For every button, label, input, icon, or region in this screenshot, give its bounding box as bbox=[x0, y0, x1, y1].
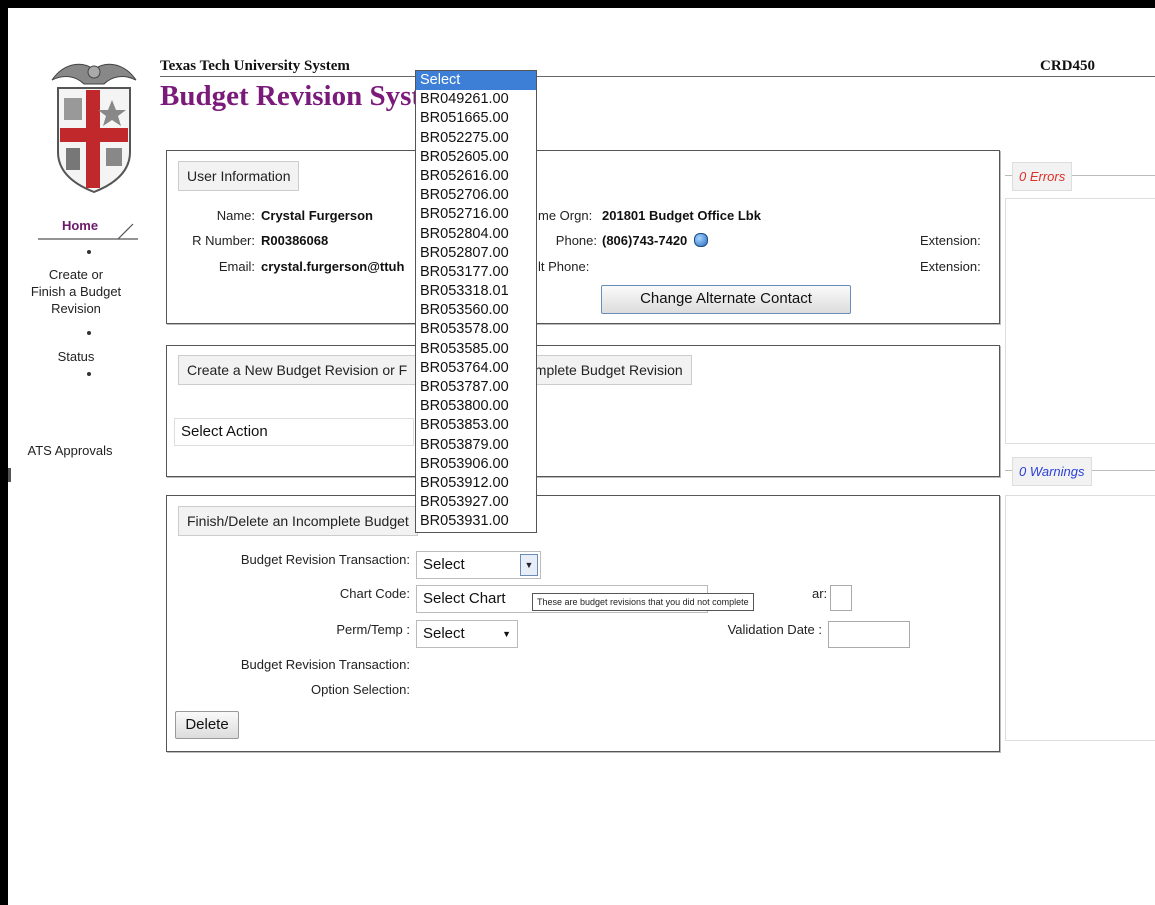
dropdown-option[interactable]: BR053853.00 bbox=[416, 416, 536, 435]
name-label: Name: bbox=[216, 208, 255, 223]
chevron-down-icon[interactable]: ▼ bbox=[520, 554, 538, 576]
dropdown-option[interactable]: BR052605.00 bbox=[416, 148, 536, 167]
nav-create-finish[interactable]: Create or Finish a Budget Revision bbox=[16, 266, 136, 317]
dropdown-option[interactable]: BR053906.00 bbox=[416, 455, 536, 474]
dropdown-option[interactable]: BR053787.00 bbox=[416, 378, 536, 397]
page-title: Budget Revision Syst bbox=[160, 80, 422, 112]
org-name: Texas Tech University System bbox=[160, 58, 350, 74]
email-value: crystal.furgerson@ttuh bbox=[261, 259, 405, 274]
perm-temp-label: Perm/Temp : bbox=[336, 622, 410, 637]
name-value: Crystal Furgerson bbox=[261, 208, 373, 223]
errors-count: 0 Errors bbox=[1019, 169, 1066, 184]
dropdown-option[interactable]: BR053931.00 bbox=[416, 512, 536, 531]
nav-separator bbox=[87, 331, 91, 335]
dropdown-option[interactable]: BR053764.00 bbox=[416, 359, 536, 378]
budget-revision-transaction-select[interactable]: Select ▼ bbox=[416, 551, 541, 579]
select-action-dropdown[interactable]: Select Action bbox=[174, 418, 414, 446]
rnumber-value: R00386068 bbox=[261, 233, 329, 248]
fiscal-year-label: ar: bbox=[812, 586, 828, 601]
nav-separator bbox=[87, 250, 91, 254]
fiscal-year-input[interactable] bbox=[830, 585, 852, 611]
warnings-list-box bbox=[1005, 495, 1155, 741]
nav-separator bbox=[87, 372, 91, 376]
dropdown-option[interactable]: BR049261.00 bbox=[416, 90, 536, 109]
nav-create-line2: Finish a Budget bbox=[30, 284, 122, 299]
finish-delete-legend: Finish/Delete an Incomplete Budget bbox=[178, 506, 418, 536]
dropdown-option[interactable]: BR052616.00 bbox=[416, 167, 536, 186]
chart-code-label: Chart Code: bbox=[339, 586, 410, 601]
alt-extension-label: Extension: bbox=[920, 259, 981, 274]
nav-create-line1: Create or bbox=[48, 267, 104, 282]
window-top-border bbox=[0, 0, 1155, 8]
ttu-seal-logo bbox=[51, 63, 137, 194]
dropdown-option[interactable]: BR052807.00 bbox=[416, 244, 536, 263]
phone-value: (806)743-7420 bbox=[602, 233, 688, 248]
budget-revision-transaction-dropdown-list[interactable]: Select BR049261.00 BR051665.00 BR052275.00 B… bbox=[415, 70, 537, 533]
rnumber-label: R Number: bbox=[192, 233, 255, 248]
perm-temp-value: Select bbox=[423, 625, 465, 642]
dropdown-option[interactable]: BR053800.00 bbox=[416, 397, 536, 416]
dropdown-option[interactable]: BR052716.00 bbox=[416, 205, 536, 224]
errors-tab: 0 Errors bbox=[1012, 162, 1073, 191]
option-selection-label: Option Selection: bbox=[310, 682, 410, 697]
create-revision-legend-left: Create a New Budget Revision or F bbox=[178, 355, 417, 385]
home-orgn-value: 201801 Budget Office Lbk bbox=[602, 208, 761, 223]
alt-phone-label: lt Phone: bbox=[538, 259, 590, 274]
phone-lookup-icon[interactable] bbox=[694, 233, 708, 247]
delete-button[interactable]: Delete bbox=[175, 711, 239, 739]
home-orgn-label: me Orgn: bbox=[538, 208, 593, 223]
user-info-legend: User Information bbox=[178, 161, 300, 191]
extension-label: Extension: bbox=[920, 233, 981, 248]
warnings-tab: 0 Warnings bbox=[1012, 457, 1092, 486]
dropdown-option[interactable]: BR052804.00 bbox=[416, 225, 536, 244]
warnings-count: 0 Warnings bbox=[1019, 464, 1085, 479]
tooltip: These are budget revisions that you did … bbox=[532, 593, 754, 611]
dropdown-option[interactable]: BR053879.00 bbox=[416, 436, 536, 455]
create-revision-legend-right: omplete Budget Revision bbox=[515, 355, 692, 385]
budget-revision-transaction-label: Budget Revision Transaction: bbox=[240, 552, 410, 567]
errors-list-box bbox=[1005, 198, 1155, 444]
budget-revision-transaction-value: Select bbox=[423, 556, 465, 573]
dropdown-option[interactable]: BR053927.00 bbox=[416, 493, 536, 512]
dropdown-option[interactable]: BR053585.00 bbox=[416, 340, 536, 359]
validation-date-input[interactable] bbox=[828, 621, 910, 648]
dropdown-option[interactable]: BR053578.00 bbox=[416, 320, 536, 339]
dropdown-option[interactable]: BR051665.00 bbox=[416, 109, 536, 128]
change-alternate-contact-button[interactable]: Change Alternate Contact bbox=[601, 285, 851, 314]
dropdown-option[interactable]: BR053177.00 bbox=[416, 263, 536, 282]
nav-ats-approvals[interactable]: ATS Approvals bbox=[10, 442, 130, 459]
dropdown-option[interactable]: BR053912.00 bbox=[416, 474, 536, 493]
dropdown-option-selected[interactable]: Select bbox=[416, 71, 536, 91]
validation-date-label: Validation Date : bbox=[727, 622, 822, 637]
chevron-down-icon[interactable]: ▼ bbox=[502, 621, 511, 647]
nav-status[interactable]: Status bbox=[16, 348, 136, 365]
budget-revision-transaction-label-2: Budget Revision Transaction: bbox=[240, 657, 410, 672]
header-divider bbox=[160, 76, 1155, 77]
window-left-border bbox=[0, 0, 11, 905]
nav-home[interactable]: Home bbox=[40, 218, 120, 233]
perm-temp-select[interactable]: Select ▼ bbox=[416, 620, 518, 648]
dropdown-option[interactable]: BR053560.00 bbox=[416, 301, 536, 320]
dropdown-option[interactable]: BR052275.00 bbox=[416, 129, 536, 148]
dropdown-option[interactable]: BR052706.00 bbox=[416, 186, 536, 205]
email-label: Email: bbox=[218, 259, 255, 274]
screen-code: CRD450 bbox=[1040, 58, 1095, 74]
dropdown-option[interactable]: BR053318.01 bbox=[416, 282, 536, 301]
nav-create-line3: Revision bbox=[51, 301, 101, 316]
